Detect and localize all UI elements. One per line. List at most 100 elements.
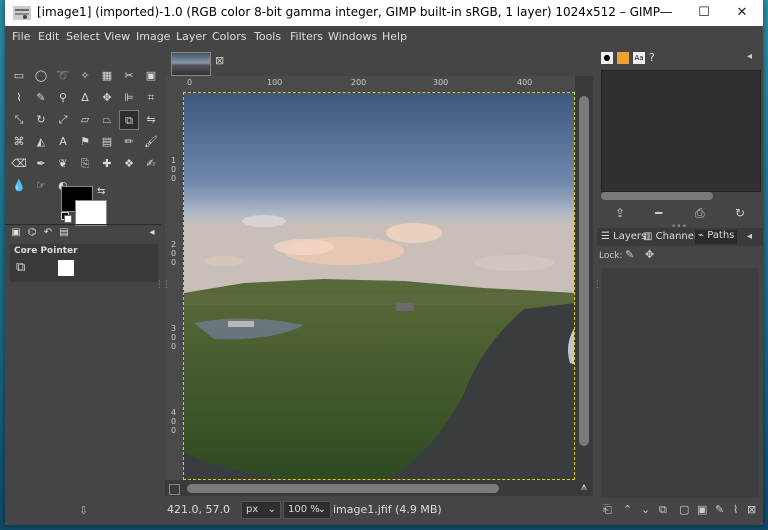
clone-icon[interactable]: ⎘ xyxy=(75,154,95,174)
warp-icon[interactable]: ⌘ xyxy=(9,132,29,152)
vertical-scrollbar[interactable] xyxy=(575,92,593,480)
dock-grip-icon[interactable]: ⋮ xyxy=(162,280,171,290)
background-color-swatch[interactable] xyxy=(75,200,107,226)
image-tab-thumbnail[interactable] xyxy=(171,52,211,76)
images-tab-icon[interactable]: ▤ xyxy=(57,226,71,240)
eraser-icon[interactable]: ⌫ xyxy=(9,154,29,174)
tool-options-tab-icon[interactable]: ▣ xyxy=(9,226,23,240)
dock-grip-icon[interactable]: ⋮ xyxy=(593,280,602,290)
scale-icon[interactable]: ⤢ xyxy=(53,110,73,130)
maximize-button[interactable]: ☐ xyxy=(687,0,721,26)
menu-layer[interactable]: Layer xyxy=(176,30,207,43)
menu-filters[interactable]: Filters xyxy=(290,30,323,43)
tab-channels[interactable]: ▥ Channels xyxy=(643,231,702,245)
to-selection-icon[interactable]: ▢ xyxy=(679,503,689,516)
swap-colors-icon[interactable]: ⇆ xyxy=(97,186,105,197)
rotate-icon[interactable]: ↻ xyxy=(31,110,51,130)
minimize-button[interactable]: — xyxy=(649,0,683,26)
tab-layers[interactable]: ☰ Layers xyxy=(601,231,646,245)
remove-icon[interactable]: ━ xyxy=(655,206,662,220)
delete-icon[interactable]: ⊠ xyxy=(747,503,756,516)
close-button[interactable]: ✕ xyxy=(725,0,759,26)
menu-image[interactable]: Image xyxy=(136,30,170,43)
brushes-scroll-thumb[interactable] xyxy=(601,192,713,200)
default-colors-icon[interactable] xyxy=(61,212,72,223)
duplicate-icon[interactable]: ⧉ xyxy=(659,503,667,517)
shear-icon[interactable]: ▱ xyxy=(75,110,95,130)
menu-tools[interactable]: Tools xyxy=(254,30,281,43)
menu-edit[interactable]: Edit xyxy=(38,30,59,43)
image-canvas[interactable] xyxy=(183,92,575,480)
paintbrush-icon[interactable]: 🖌 xyxy=(141,132,161,152)
new-path-icon[interactable]: ⎗ xyxy=(603,503,612,517)
blur-icon[interactable]: 💧 xyxy=(9,176,29,196)
tab-paths[interactable]: ⌁ Paths xyxy=(695,230,738,244)
selection-to-path-icon[interactable]: ▣ xyxy=(697,503,707,516)
ink-icon[interactable]: ❦ xyxy=(53,154,73,174)
cage-transform-icon[interactable]: ⧉ xyxy=(119,110,139,130)
navigate-icon[interactable]: ⩚ xyxy=(575,480,593,496)
device-status-tab-icon[interactable]: ⌬ xyxy=(25,226,39,240)
panel-menu-icon[interactable]: ◂ xyxy=(747,51,752,65)
menu-file[interactable]: File xyxy=(12,30,30,43)
image-tab-close-icon[interactable]: ⊠ xyxy=(215,54,224,67)
foreground-select-icon[interactable]: ▣ xyxy=(141,66,161,86)
layers-list[interactable] xyxy=(601,268,759,498)
horizontal-scrollbar[interactable] xyxy=(183,480,575,496)
patterns-tab-icon[interactable] xyxy=(617,52,629,64)
measure-icon[interactable]: ∆ xyxy=(75,88,95,108)
text-icon[interactable]: A xyxy=(53,132,73,152)
menu-windows[interactable]: Windows xyxy=(328,30,377,43)
lock-paint-icon[interactable]: ✎ xyxy=(625,248,634,261)
bucket-fill-icon[interactable]: ◭ xyxy=(31,132,51,152)
help-tab-icon[interactable]: ? xyxy=(649,51,655,65)
paint-along-icon[interactable]: ✎ xyxy=(715,503,724,516)
import-icon[interactable]: ⇪ xyxy=(615,206,625,220)
menu-colors[interactable]: Colors xyxy=(212,30,246,43)
brushes-preview-area[interactable] xyxy=(601,70,761,192)
panel-menu-icon[interactable]: ◂ xyxy=(145,226,159,240)
crop-icon[interactable]: ⌗ xyxy=(141,88,161,108)
gradient-icon[interactable]: ▤ xyxy=(97,132,117,152)
rect-select-icon[interactable]: ▭ xyxy=(9,66,29,86)
menu-view[interactable]: View xyxy=(104,30,130,43)
perspective-icon[interactable]: ⏢ xyxy=(97,110,117,130)
move-icon[interactable]: ✥ xyxy=(97,88,117,108)
horizontal-scroll-thumb[interactable] xyxy=(187,484,499,493)
lower-icon[interactable]: ⌄ xyxy=(641,503,650,516)
paths-icon[interactable]: ⌇ xyxy=(9,88,29,108)
tool-options-bottom-icon[interactable]: ⇩ xyxy=(79,504,88,517)
pencil-icon[interactable]: ✏ xyxy=(119,132,139,152)
handle-transform-icon[interactable]: ⚑ xyxy=(75,132,95,152)
smudge-icon[interactable]: ☞ xyxy=(31,176,51,196)
raise-icon[interactable]: ⌃ xyxy=(623,503,632,516)
horizontal-ruler[interactable]: 0 100 200 300 400 xyxy=(183,76,575,92)
brushes-tab-icon[interactable]: ● xyxy=(601,52,613,64)
heal-icon[interactable]: ✚ xyxy=(97,154,117,174)
quick-mask-toggle[interactable] xyxy=(165,480,183,496)
ellipse-select-icon[interactable]: ◯ xyxy=(31,66,51,86)
unit-selector[interactable]: px ⌄ xyxy=(241,501,281,519)
fonts-tab-icon[interactable]: Aa xyxy=(633,52,645,64)
scissors-select-icon[interactable]: ✂ xyxy=(119,66,139,86)
vertical-scroll-thumb[interactable] xyxy=(579,96,589,446)
fuzzy-select-icon[interactable]: ✧ xyxy=(75,66,95,86)
flip-icon[interactable]: ⇋ xyxy=(141,110,161,130)
airbrush-icon[interactable]: ✒ xyxy=(31,154,51,174)
align-icon[interactable]: ⊫ xyxy=(119,88,139,108)
zoom-icon[interactable]: ⚲ xyxy=(53,88,73,108)
unified-transform-icon[interactable]: ⤡ xyxy=(9,110,29,130)
menu-help[interactable]: Help xyxy=(382,30,407,43)
stroke-icon[interactable]: ⌇ xyxy=(733,503,738,516)
mypaint-brush-icon[interactable]: ✍ xyxy=(141,154,161,174)
free-select-icon[interactable]: ➰ xyxy=(53,66,73,86)
lock-position-icon[interactable]: ✥ xyxy=(645,248,654,261)
zoom-selector[interactable]: 100 % ⌄ xyxy=(283,501,331,519)
menu-select[interactable]: Select xyxy=(66,30,100,43)
by-color-select-icon[interactable]: ▦ xyxy=(97,66,117,86)
color-picker-icon[interactable]: ✎ xyxy=(31,88,51,108)
refresh-icon[interactable]: ↻ xyxy=(735,206,745,220)
panel-menu-icon[interactable]: ◂ xyxy=(747,231,752,245)
perspective-clone-icon[interactable]: ❖ xyxy=(119,154,139,174)
print-icon[interactable]: ⎙ xyxy=(695,206,705,221)
